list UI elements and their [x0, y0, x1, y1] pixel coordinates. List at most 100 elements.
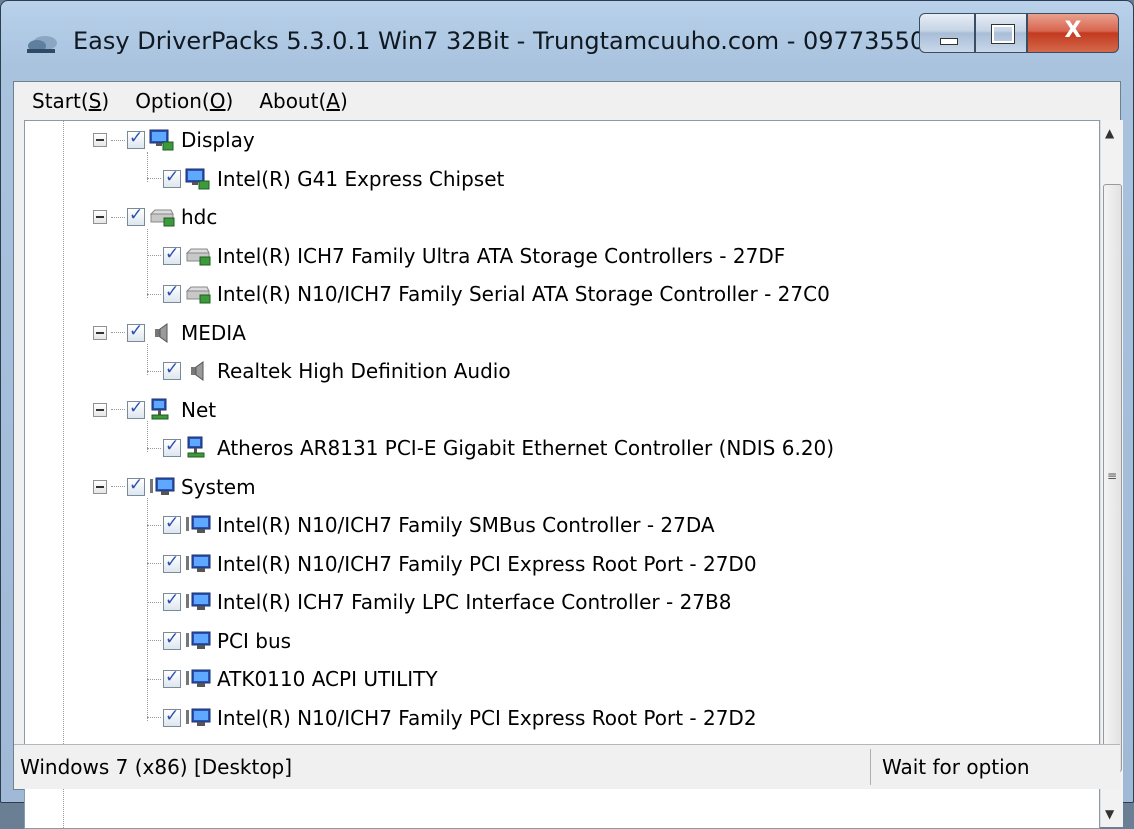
computer-icon — [186, 592, 211, 610]
tree-item-label: Realtek High Definition Audio — [217, 359, 511, 383]
drive-icon — [185, 286, 211, 304]
tree-connector — [147, 717, 161, 718]
tree-item-label: Intel(R) N10/ICH7 Family PCI Express Roo… — [217, 551, 757, 576]
app-icon — [27, 36, 57, 53]
checkbox[interactable] — [163, 552, 181, 573]
monitor-icon — [185, 168, 210, 189]
caption-buttons: X — [919, 13, 1119, 55]
tree-group-row[interactable]: System — [93, 470, 256, 504]
collapse-icon[interactable] — [93, 210, 107, 224]
tree-item-row[interactable]: Intel(R) ICH7 Family Ultra ATA Storage C… — [147, 239, 785, 273]
tree-item-row[interactable]: Intel(R) N10/ICH7 Family Serial ATA Stor… — [147, 277, 830, 311]
network-icon — [187, 436, 205, 458]
tree-connector — [147, 370, 161, 372]
checkbox[interactable] — [163, 359, 181, 380]
tree-item-row[interactable]: Intel(R) G41 Express Chipset — [147, 162, 504, 196]
tree-item-row[interactable]: PCI bus — [147, 624, 291, 658]
tree-connector — [147, 601, 161, 603]
tree-connector — [111, 409, 125, 410]
tree-connector — [147, 678, 161, 680]
tree-item-row[interactable]: Intel(R) N10/ICH7 Family SMBus Controlle… — [147, 508, 715, 542]
tree-group-row[interactable]: Display — [93, 123, 255, 157]
collapse-icon[interactable] — [93, 402, 107, 417]
tree-item-row[interactable]: Intel(R) N10/ICH7 Family PCI Express Roo… — [147, 547, 757, 581]
status-message: Wait for option — [882, 755, 1030, 779]
checkbox[interactable] — [163, 513, 181, 534]
computer-icon — [186, 631, 211, 649]
grip-icon: ≡ — [1107, 469, 1118, 483]
tree-connector — [147, 524, 161, 526]
tree-group-label: hdc — [181, 205, 218, 229]
window-title: Easy DriverPacks 5.3.0.1 Win7 32Bit - Tr… — [73, 27, 956, 55]
collapse-icon[interactable] — [93, 133, 107, 147]
minimize-button[interactable] — [919, 13, 975, 53]
computer-icon — [150, 477, 175, 495]
tree-item-row[interactable]: Atheros AR8131 PCI-E Gigabit Ethernet Co… — [147, 431, 834, 465]
speaker-icon — [191, 361, 204, 381]
tree-connector — [111, 486, 125, 487]
menu-bar: Start(S) Option(O) About(A) — [14, 82, 1120, 120]
checkbox[interactable] — [163, 667, 181, 688]
tree-branch-line — [147, 228, 148, 298]
tree-group-row[interactable]: MEDIA — [93, 316, 246, 350]
checkbox[interactable] — [127, 205, 145, 226]
checkbox[interactable] — [127, 475, 145, 496]
menu-about[interactable]: About(A) — [259, 89, 347, 113]
tree-connector — [111, 216, 125, 218]
tree-item-row[interactable]: Intel(R) N10/ICH7 Family PCI Express Roo… — [147, 701, 757, 735]
tree-item-label: Atheros AR8131 PCI-E Gigabit Ethernet Co… — [217, 436, 835, 460]
collapse-icon[interactable] — [93, 479, 107, 494]
tree-item-label: ATK0110 ACPI UTILITY — [217, 667, 438, 691]
tree-group-label: Display — [181, 128, 255, 152]
checkbox[interactable] — [163, 590, 181, 611]
computer-icon — [186, 515, 211, 533]
tree-connector — [111, 139, 125, 141]
tree-group-label: Net — [181, 397, 217, 422]
status-os: Windows 7 (x86) [Desktop] — [20, 755, 293, 779]
tree-group-label: System — [181, 474, 256, 499]
collapse-icon[interactable] — [93, 325, 107, 340]
tree-connector — [147, 293, 161, 295]
checkbox[interactable] — [163, 629, 181, 650]
drive-icon — [185, 248, 211, 265]
tree-item-row[interactable]: ATK0110 ACPI UTILITY — [147, 662, 438, 696]
tree-item-label: Intel(R) ICH7 Family Ultra ATA Storage C… — [217, 243, 786, 268]
checkbox[interactable] — [163, 167, 181, 188]
menu-option[interactable]: Option(O) — [135, 89, 233, 113]
title-bar[interactable]: Easy DriverPacks 5.3.0.1 Win7 32Bit - Tr… — [1, 1, 1133, 81]
tree-item-row[interactable]: Intel(R) ICH7 Family LPC Interface Contr… — [147, 585, 731, 619]
tree-item-label: PCI bus — [217, 628, 292, 653]
checkbox[interactable] — [163, 436, 181, 457]
tree-item-label: Intel(R) ICH7 Family LPC Interface Contr… — [217, 590, 732, 614]
scroll-up-arrow-icon[interactable]: ▲ — [1105, 126, 1114, 140]
checkbox[interactable] — [163, 244, 181, 265]
tree-connector — [147, 563, 161, 564]
tree-group-row[interactable]: hdc — [93, 200, 217, 234]
menu-start[interactable]: Start(S) — [32, 89, 109, 113]
computer-icon — [186, 554, 211, 572]
vertical-scrollbar[interactable]: ▲ ≡ ▼ — [1100, 120, 1123, 827]
status-divider — [870, 749, 871, 785]
scroll-down-arrow-icon[interactable]: ▼ — [1105, 807, 1114, 821]
scrollbar-thumb[interactable]: ≡ — [1103, 184, 1122, 772]
drive-icon — [149, 209, 175, 227]
close-icon: X — [1064, 18, 1082, 43]
checkbox[interactable] — [127, 321, 145, 342]
checkbox[interactable] — [127, 398, 145, 419]
tree-item-row[interactable]: Realtek High Definition Audio — [147, 354, 511, 388]
driver-tree[interactable]: Display Intel(R) G41 Express Chipset hdc In… — [24, 120, 1100, 829]
tree-branch-line — [147, 151, 148, 182]
tree-connector — [111, 332, 125, 333]
tree-branch-line — [147, 421, 148, 452]
tree-branch-line — [147, 344, 148, 375]
maximize-button[interactable] — [975, 13, 1027, 53]
checkbox[interactable] — [163, 706, 181, 727]
client-area: Start(S) Option(O) About(A) Display Intel… — [13, 81, 1123, 829]
checkbox[interactable] — [127, 128, 145, 149]
tree-connector — [147, 255, 161, 256]
tree-group-row[interactable]: Net — [93, 393, 216, 427]
checkbox[interactable] — [163, 282, 181, 303]
close-button[interactable]: X — [1027, 13, 1119, 53]
status-bar: Windows 7 (x86) [Desktop] Wait for optio… — [14, 744, 1120, 789]
computer-icon — [186, 669, 211, 687]
